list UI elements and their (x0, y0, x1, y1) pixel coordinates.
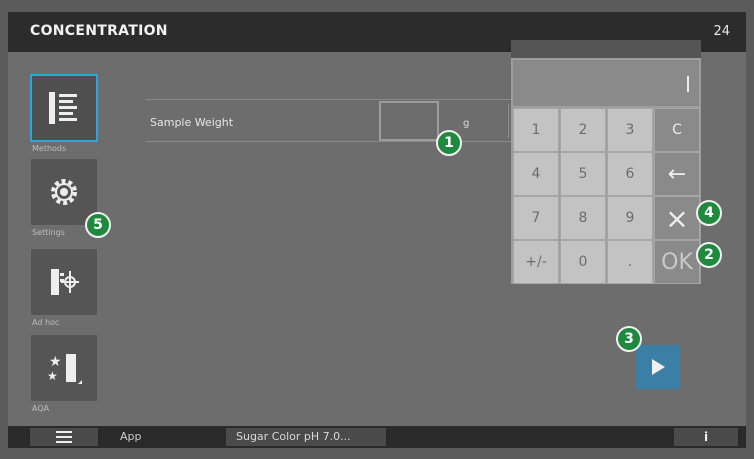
clock: 24 (713, 24, 730, 39)
sample-weight-label: Sample Weight (150, 116, 234, 129)
row-separator (508, 104, 509, 138)
page-title: CONCENTRATION (30, 23, 168, 39)
menu-button[interactable] (30, 428, 98, 446)
method-field[interactable]: Sugar Color pH 7.0... (226, 428, 386, 446)
row-divider (146, 99, 516, 100)
app-label: App (120, 430, 142, 443)
gear-icon (51, 179, 77, 205)
key-1[interactable]: 1 (513, 108, 559, 152)
key-3[interactable]: 3 (607, 108, 653, 152)
methods-list-icon (49, 92, 77, 124)
aqa-stars-icon: ★ ★ (47, 354, 82, 384)
info-button[interactable]: i (674, 428, 738, 446)
callout-5: 5 (85, 212, 111, 238)
hamburger-icon (56, 431, 72, 443)
key-8[interactable]: 8 (560, 196, 606, 240)
numeric-keypad: 1 2 3 C 4 5 6 ← 7 8 9 × +/- 0 . OK (511, 40, 701, 284)
start-button[interactable] (636, 345, 680, 389)
key-4[interactable]: 4 (513, 152, 559, 196)
key-2[interactable]: 2 (560, 108, 606, 152)
callout-4: 4 (696, 200, 722, 226)
sidebar-item-label: Ad hoc (32, 318, 60, 327)
text-cursor (687, 76, 689, 92)
bottom-bar: App Sugar Color pH 7.0... i (8, 426, 746, 448)
key-7[interactable]: 7 (513, 196, 559, 240)
sample-weight-input[interactable] (379, 101, 439, 141)
sidebar-item-aqa[interactable]: ★ ★ (30, 334, 98, 402)
key-6[interactable]: 6 (607, 152, 653, 196)
callout-3: 3 (616, 326, 642, 352)
app-frame: CONCENTRATION 24 Methods Settings Ad hoc… (8, 12, 746, 448)
svg-text:★: ★ (49, 354, 62, 370)
keypad-header (511, 40, 701, 58)
key-plus-minus[interactable]: +/- (513, 240, 559, 284)
sidebar-item-adhoc[interactable] (30, 248, 98, 316)
ok-button[interactable]: OK (654, 240, 700, 284)
cancel-button[interactable]: × (654, 196, 700, 240)
sidebar-item-label: Methods (32, 144, 67, 153)
key-9[interactable]: 9 (607, 196, 653, 240)
key-0[interactable]: 0 (560, 240, 606, 284)
sidebar-item-methods[interactable] (30, 74, 98, 142)
svg-text:★: ★ (47, 369, 58, 383)
clear-button[interactable]: C (654, 108, 700, 152)
sidebar-item-label: AQA (32, 404, 50, 413)
unit-label: g (463, 118, 470, 129)
adhoc-icon (51, 269, 79, 295)
backspace-button[interactable]: ← (654, 152, 700, 196)
key-decimal[interactable]: . (607, 240, 653, 284)
callout-1: 1 (436, 130, 462, 156)
callout-2: 2 (696, 242, 722, 268)
keypad-display (513, 60, 699, 106)
key-5[interactable]: 5 (560, 152, 606, 196)
play-icon (652, 359, 665, 375)
